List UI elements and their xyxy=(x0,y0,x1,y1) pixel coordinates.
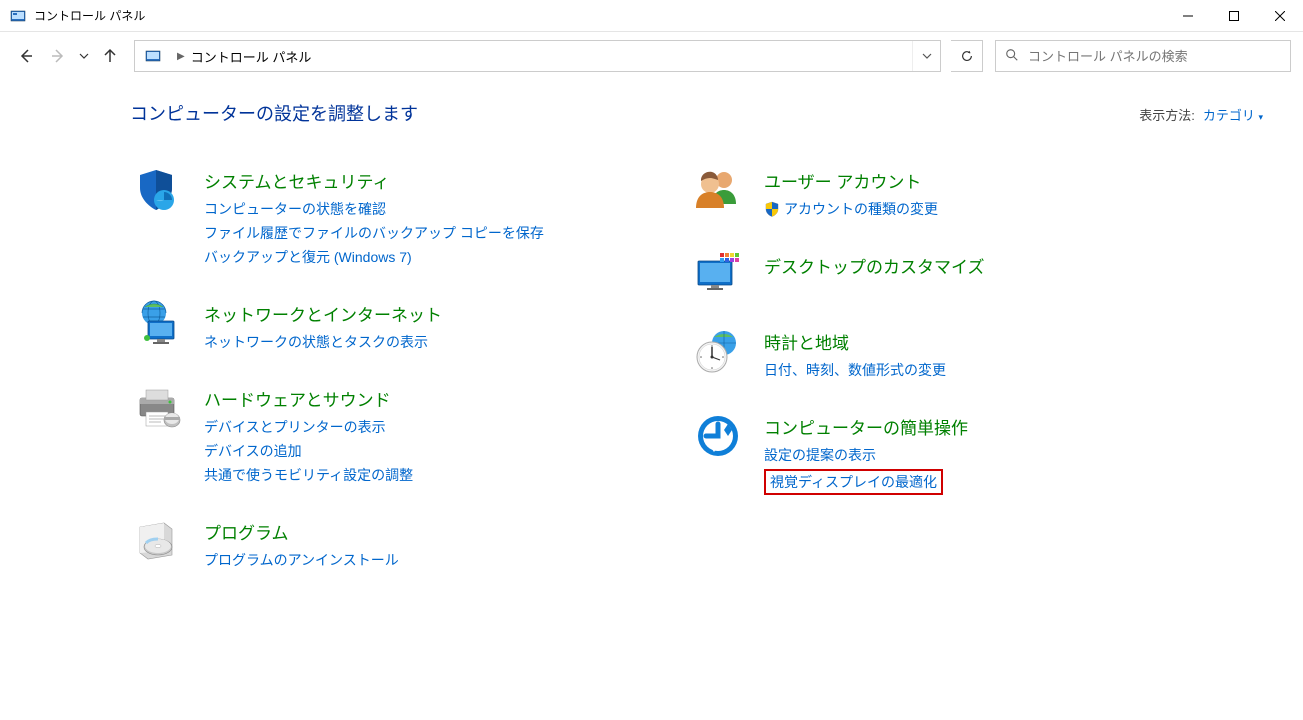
category-link[interactable]: デバイスとプリンターの表示 xyxy=(204,417,413,437)
category-network: ネットワークとインターネット ネットワークの状態とタスクの表示 xyxy=(130,299,650,356)
back-button[interactable] xyxy=(12,42,40,70)
category-link[interactable]: プログラムのアンインストール xyxy=(204,550,399,570)
content-header: コンピューターの設定を調整します 表示方法: カテゴリ ▾ xyxy=(130,100,1263,126)
category-clock-region: 時計と地域 日付、時刻、数値形式の変更 xyxy=(690,327,1210,384)
control-panel-icon xyxy=(141,44,165,68)
search-box[interactable] xyxy=(995,40,1291,72)
up-button[interactable] xyxy=(96,42,124,70)
printer-icon xyxy=(130,384,186,432)
category-title[interactable]: プログラム xyxy=(204,519,399,544)
window-controls xyxy=(1165,0,1303,32)
category-hardware: ハードウェアとサウンド デバイスとプリンターの表示 デバイスの追加 共通で使うモ… xyxy=(130,384,650,489)
left-column: システムとセキュリティ コンピューターの状態を確認 ファイル履歴でファイルのバッ… xyxy=(130,166,650,602)
category-link[interactable]: コンピューターの状態を確認 xyxy=(204,199,544,219)
app-icon xyxy=(10,8,26,24)
category-title[interactable]: システムとセキュリティ xyxy=(204,168,544,193)
view-by: 表示方法: カテゴリ ▾ xyxy=(1139,105,1263,124)
address-bar[interactable]: ▶ コントロール パネル xyxy=(134,40,941,72)
category-link-highlighted[interactable]: 視覚ディスプレイの最適化 xyxy=(764,469,943,495)
page-heading: コンピューターの設定を調整します xyxy=(130,100,1139,126)
category-title[interactable]: ユーザー アカウント xyxy=(764,168,938,193)
monitor-palette-icon xyxy=(690,251,746,299)
content-area: コンピューターの設定を調整します 表示方法: カテゴリ ▾ xyxy=(0,80,1303,622)
recent-dropdown[interactable] xyxy=(76,42,92,70)
view-by-dropdown[interactable]: カテゴリ ▾ xyxy=(1203,105,1263,124)
category-user-accounts: ユーザー アカウント アカウントの種類の変更 xyxy=(690,166,1210,223)
right-column: ユーザー アカウント アカウントの種類の変更 xyxy=(690,166,1210,602)
search-input[interactable] xyxy=(1028,49,1290,64)
chevron-down-icon: ▾ xyxy=(1258,112,1263,122)
category-title[interactable]: 時計と地域 xyxy=(764,329,946,354)
chevron-right-icon[interactable]: ▶ xyxy=(177,51,185,62)
refresh-button[interactable] xyxy=(951,40,983,72)
users-icon xyxy=(690,166,746,214)
category-link[interactable]: ネットワークの状態とタスクの表示 xyxy=(204,332,442,352)
category-link[interactable]: 共通で使うモビリティ設定の調整 xyxy=(204,465,413,485)
globe-monitor-icon xyxy=(130,299,186,347)
category-title[interactable]: コンピューターの簡単操作 xyxy=(764,414,968,439)
category-link[interactable]: 日付、時刻、数値形式の変更 xyxy=(764,360,946,380)
category-link[interactable]: デバイスの追加 xyxy=(204,441,413,461)
category-title[interactable]: ハードウェアとサウンド xyxy=(204,386,413,411)
category-title[interactable]: デスクトップのカスタマイズ xyxy=(764,253,985,278)
forward-button[interactable] xyxy=(44,42,72,70)
category-link[interactable]: バックアップと復元 (Windows 7) xyxy=(204,247,544,267)
minimize-button[interactable] xyxy=(1165,0,1211,32)
search-icon xyxy=(996,48,1028,65)
category-ease-of-access: コンピューターの簡単操作 設定の提案の表示 視覚ディスプレイの最適化 xyxy=(690,412,1210,499)
nav-bar: ▶ コントロール パネル xyxy=(0,32,1303,80)
category-link[interactable]: ファイル履歴でファイルのバックアップ コピーを保存 xyxy=(204,223,544,243)
ease-of-access-icon xyxy=(690,412,746,460)
title-bar: コントロール パネル xyxy=(0,0,1303,32)
uac-shield-icon xyxy=(764,201,780,217)
category-link[interactable]: 設定の提案の表示 xyxy=(764,445,968,465)
breadcrumb[interactable]: コントロール パネル xyxy=(191,47,312,66)
window-title: コントロール パネル xyxy=(34,7,1165,24)
category-link[interactable]: アカウントの種類の変更 xyxy=(764,199,938,219)
close-button[interactable] xyxy=(1257,0,1303,32)
category-title[interactable]: ネットワークとインターネット xyxy=(204,301,442,326)
shield-icon xyxy=(130,166,186,214)
categories-grid: システムとセキュリティ コンピューターの状態を確認 ファイル履歴でファイルのバッ… xyxy=(130,166,1263,602)
category-appearance: デスクトップのカスタマイズ xyxy=(690,251,1210,299)
category-system-security: システムとセキュリティ コンピューターの状態を確認 ファイル履歴でファイルのバッ… xyxy=(130,166,650,271)
view-by-label: 表示方法: xyxy=(1139,105,1195,124)
category-programs: プログラム プログラムのアンインストール xyxy=(130,517,650,574)
address-dropdown[interactable] xyxy=(912,41,940,71)
disc-box-icon xyxy=(130,517,186,565)
clock-globe-icon xyxy=(690,327,746,375)
maximize-button[interactable] xyxy=(1211,0,1257,32)
